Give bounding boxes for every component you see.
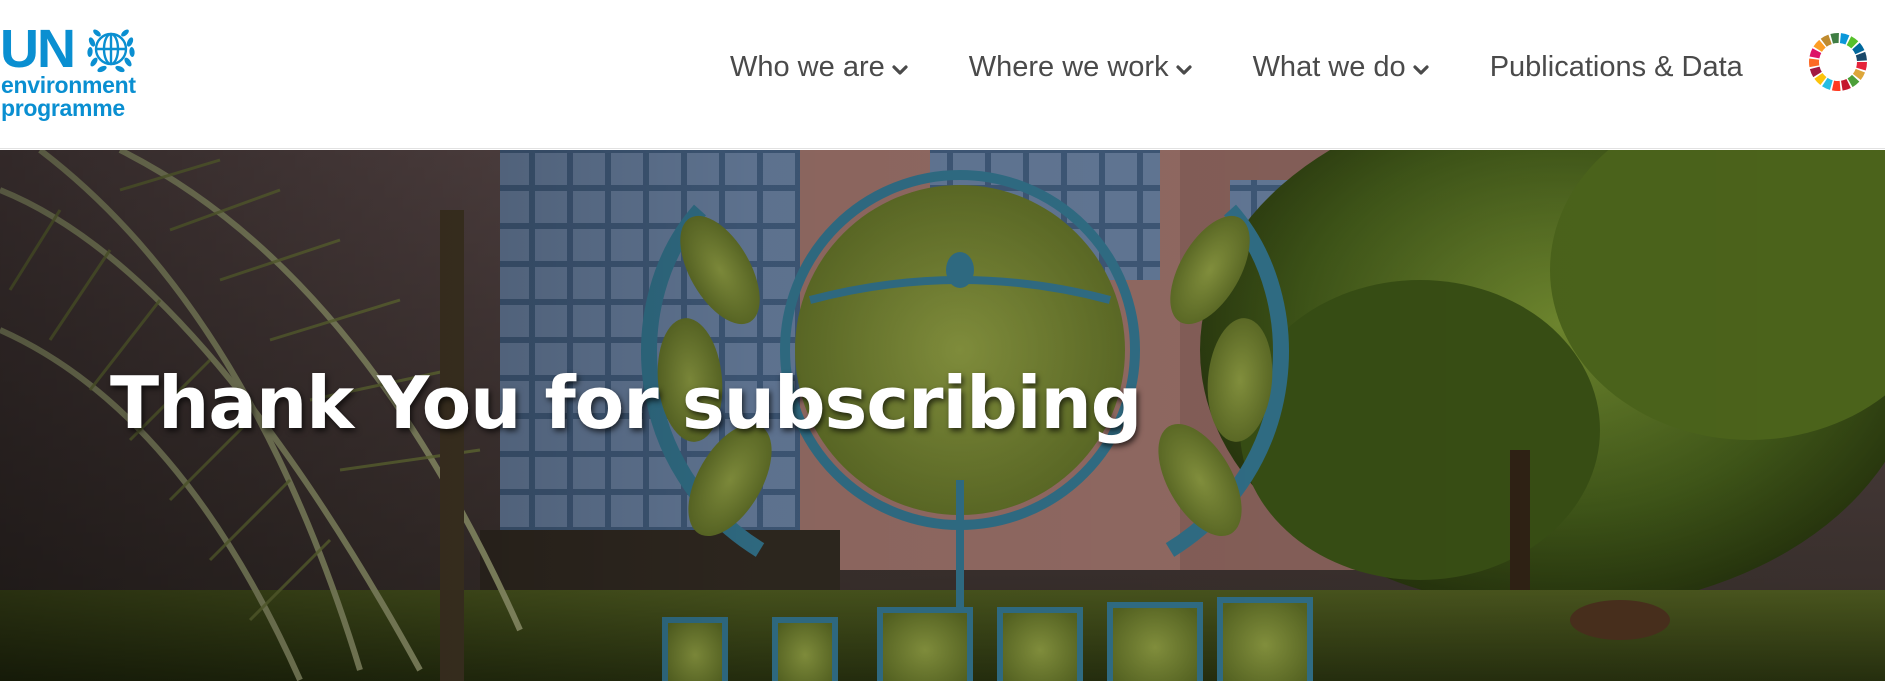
site-header: UN environment programme Who we are Wher…: [0, 0, 1885, 149]
nav-item-label: Publications & Data: [1489, 50, 1743, 83]
logo-programme-text: programme: [1, 95, 125, 121]
logo-un-text: UN: [0, 19, 76, 79]
chevron-down-icon: [1175, 65, 1192, 75]
nav-item-publications-data[interactable]: Publications & Data: [1490, 45, 1743, 89]
hero-banner: Thank You for subscribing: [0, 150, 1885, 681]
un-emblem-icon: [87, 29, 135, 73]
main-navigation: Who we are Where we work What we do Publ…: [730, 45, 1743, 89]
unep-logo[interactable]: UN environment programme: [0, 20, 150, 125]
logo-environment-text: environment: [1, 72, 136, 98]
nav-item-who-we-are[interactable]: Who we are: [730, 45, 911, 89]
chevron-down-icon: [892, 65, 908, 75]
hero-title: Thank You for subscribing: [110, 361, 1142, 445]
nav-item-label: Who we are: [730, 50, 885, 83]
chevron-down-icon: [1413, 65, 1429, 75]
nav-item-where-we-work[interactable]: Where we work: [969, 45, 1195, 89]
sdg-wheel-icon[interactable]: [1808, 32, 1868, 92]
nav-item-label: What we do: [1252, 50, 1406, 83]
nav-item-what-we-do[interactable]: What we do: [1253, 45, 1432, 89]
nav-item-label: Where we work: [968, 50, 1169, 83]
